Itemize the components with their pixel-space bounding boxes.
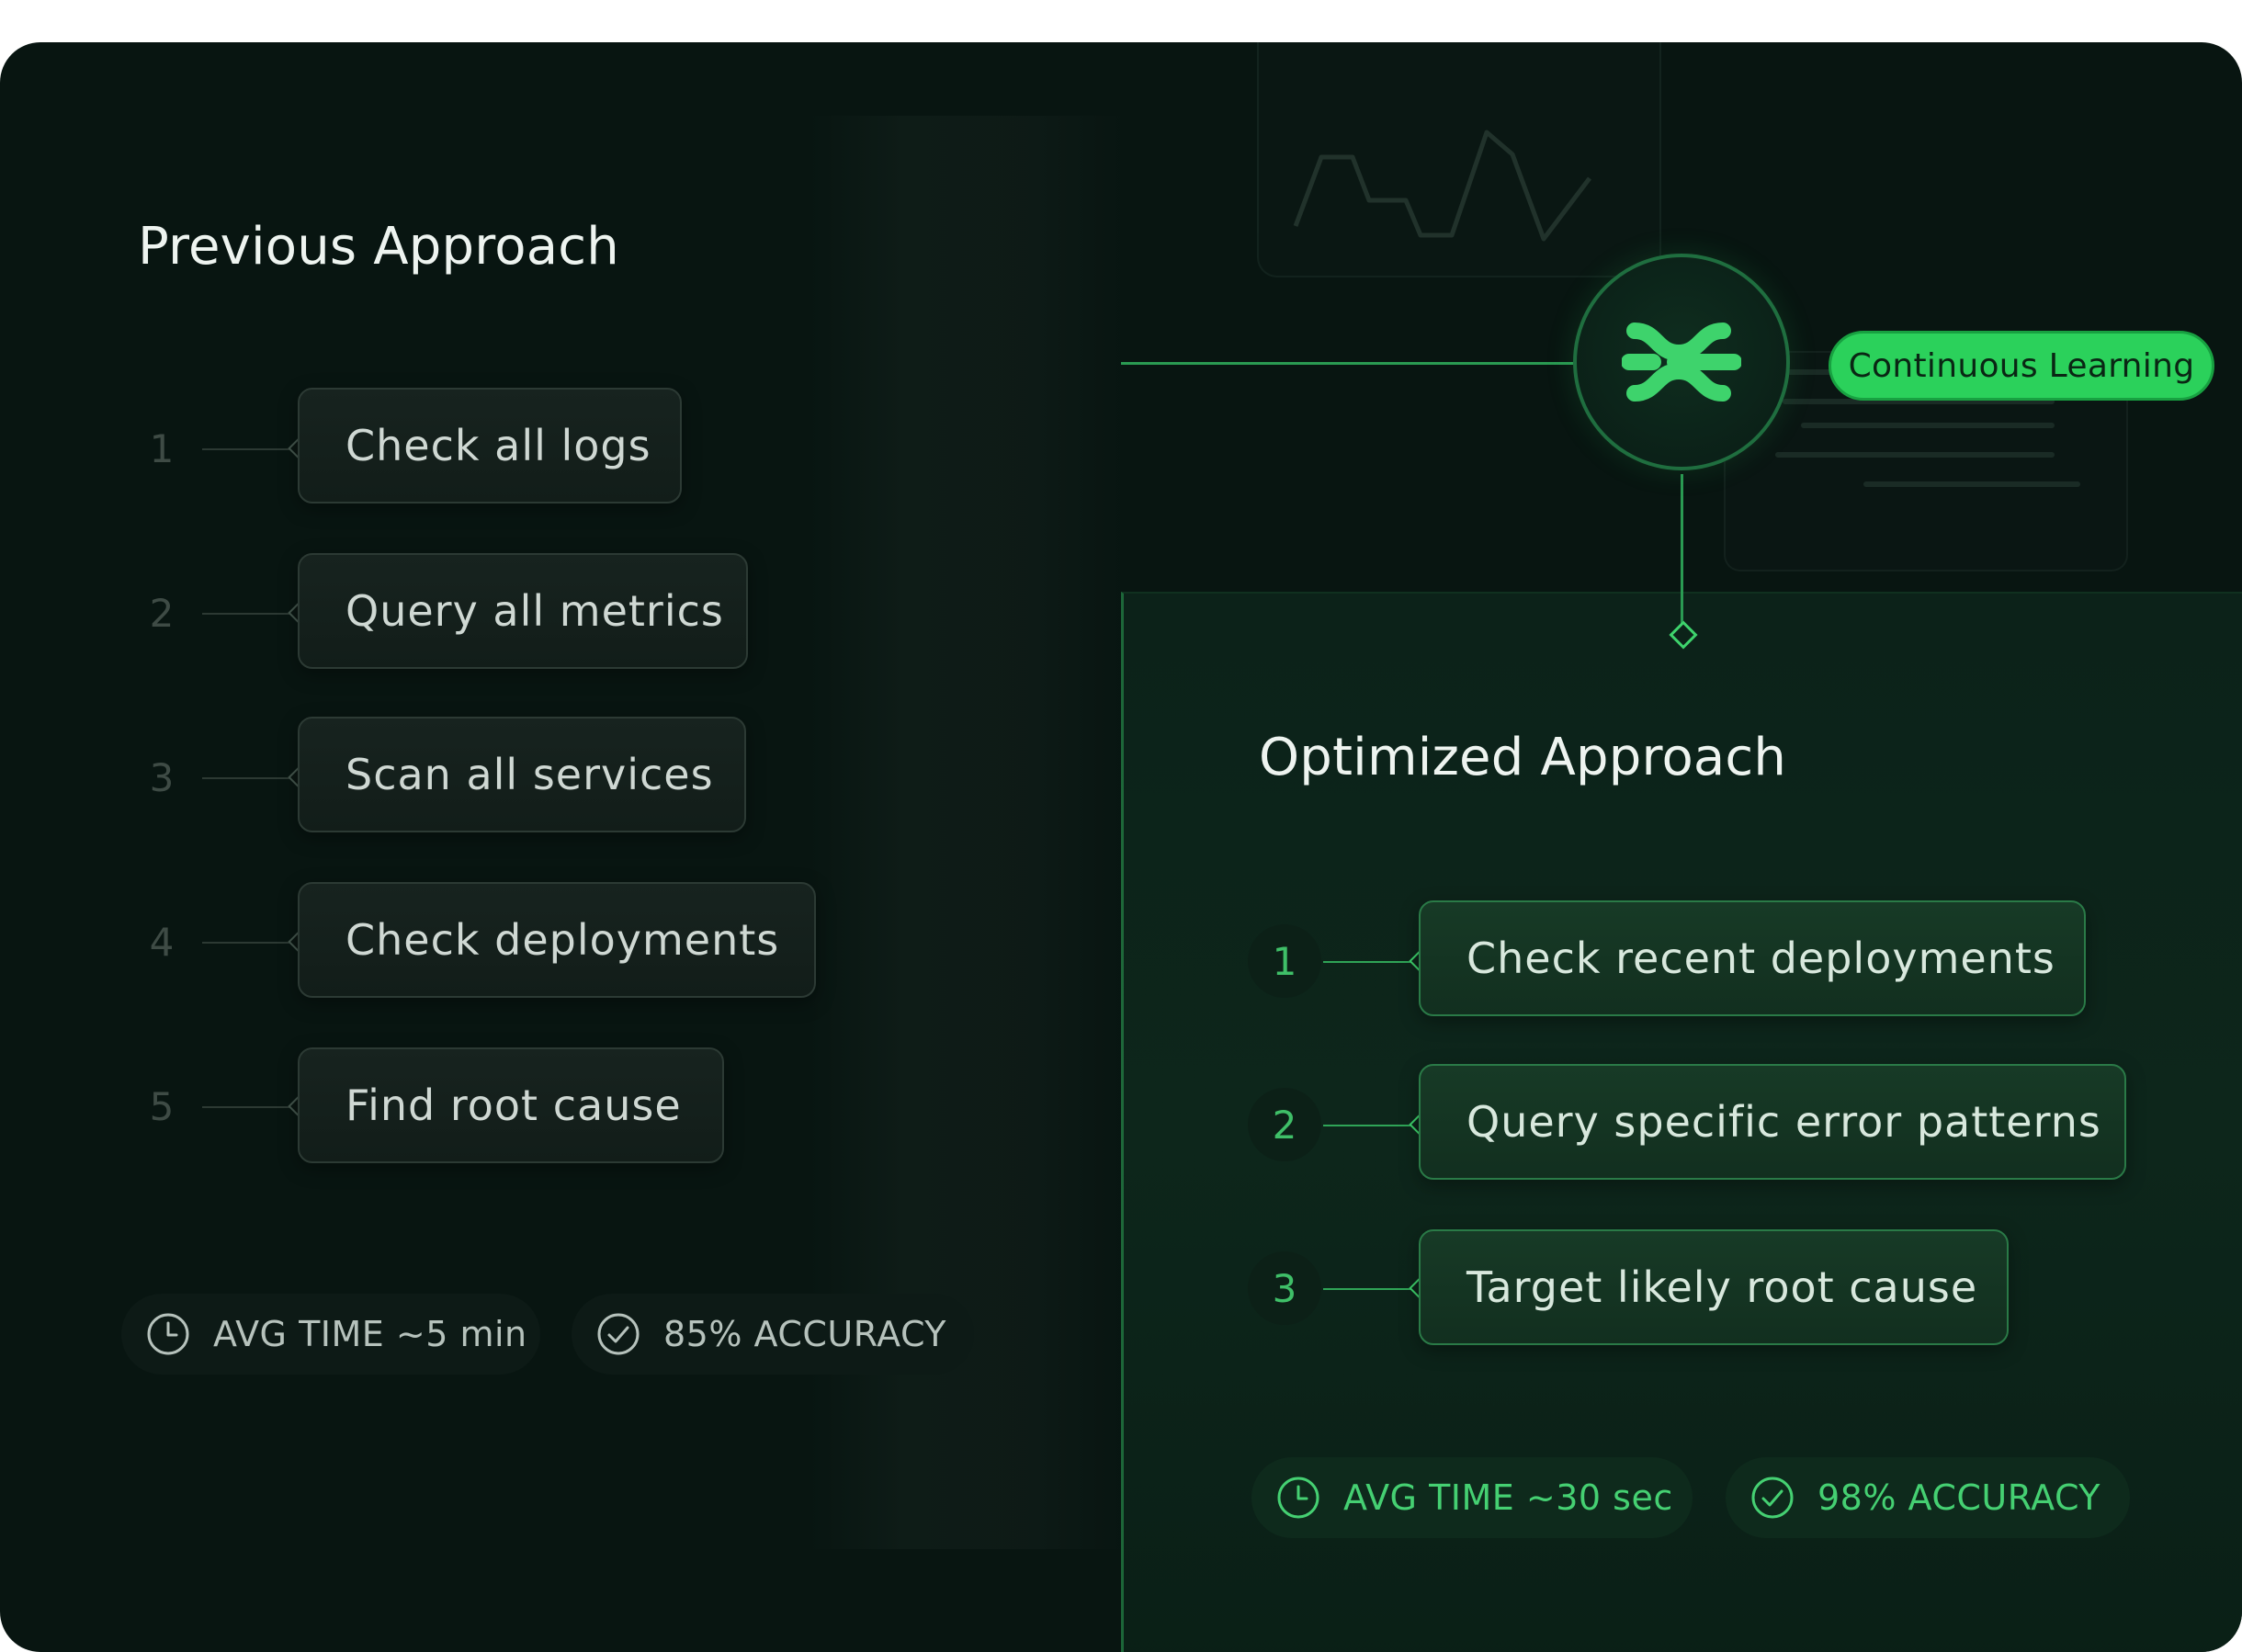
step-box: Find root cause <box>298 1047 724 1163</box>
step-number: 1 <box>1248 924 1321 998</box>
stat-label: 98% ACCURACY <box>1817 1477 2101 1518</box>
clock-icon <box>145 1311 191 1357</box>
step-box: Scan all services <box>298 717 746 832</box>
step-box: Query specific error patterns <box>1419 1064 2126 1180</box>
step-number: 5 <box>149 1083 175 1129</box>
step-box: Check deployments <box>298 882 816 998</box>
step-connector <box>202 1106 300 1108</box>
stat-label: AVG TIME ~30 sec <box>1343 1477 1673 1518</box>
step-box: Check recent deployments <box>1419 900 2086 1016</box>
accuracy-stat: 85% ACCURACY <box>572 1294 974 1375</box>
step-number: 2 <box>149 590 175 636</box>
step-connector <box>202 613 300 615</box>
step-box: Check all logs <box>298 388 682 504</box>
stat-label: 85% ACCURACY <box>663 1314 947 1354</box>
comparison-card: Previous Approach 1 Check all logs 2 Que… <box>0 42 2242 1652</box>
step-number: 1 <box>149 425 175 471</box>
avg-time-stat: AVG TIME ~5 min <box>121 1294 540 1375</box>
clock-icon <box>1275 1475 1321 1521</box>
step-box: Target likely root cause <box>1419 1229 2009 1345</box>
stat-label: AVG TIME ~5 min <box>213 1314 527 1354</box>
avg-time-stat: AVG TIME ~30 sec <box>1251 1457 1693 1538</box>
step-connector <box>202 942 300 944</box>
check-circle-icon <box>595 1311 641 1357</box>
background-line <box>1863 481 2080 487</box>
previous-approach-title: Previous Approach <box>138 217 619 277</box>
step-number: 3 <box>149 754 175 800</box>
check-circle-icon <box>1749 1475 1795 1521</box>
step-number: 2 <box>1248 1088 1321 1161</box>
hub-circle <box>1573 254 1790 470</box>
step-connector <box>202 777 300 779</box>
step-connector <box>202 448 300 450</box>
hub-connector-vertical <box>1681 474 1683 632</box>
step-number: 4 <box>149 919 175 965</box>
continuous-learning-badge: Continuous Learning <box>1829 331 2214 401</box>
step-connector <box>1323 961 1421 963</box>
background-line <box>1801 423 2055 428</box>
step-connector <box>1323 1288 1421 1290</box>
hub-connector-horizontal <box>1121 362 1573 365</box>
optimized-approach-title: Optimized Approach <box>1259 728 1787 787</box>
step-number: 3 <box>1248 1251 1321 1325</box>
background-sparkline <box>1293 130 1591 242</box>
logo-icon <box>1622 316 1741 408</box>
step-connector <box>1323 1125 1421 1126</box>
step-box: Query all metrics <box>298 553 748 669</box>
accuracy-stat: 98% ACCURACY <box>1726 1457 2130 1538</box>
background-line <box>1775 452 2055 458</box>
